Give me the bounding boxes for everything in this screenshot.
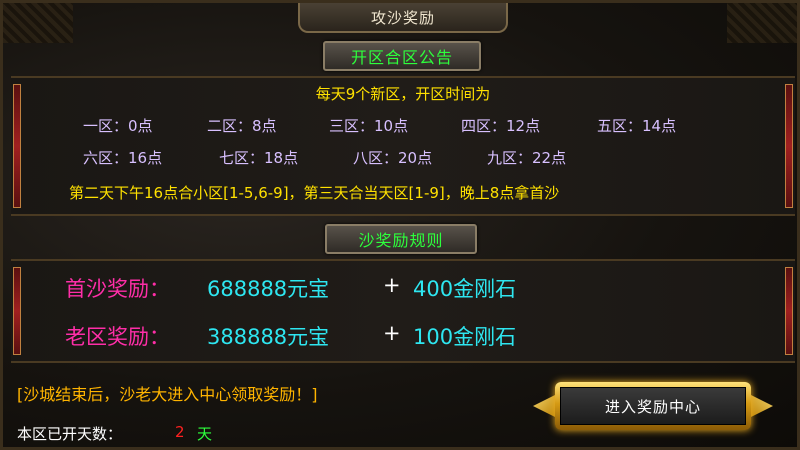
first-sha-yuanbao: 688888元宝	[207, 277, 330, 301]
old-zone-reward-label: 老区奖励：	[65, 325, 170, 349]
old-zone-yuanbao: 388888元宝	[207, 325, 330, 349]
zone-5: 五区：14点	[597, 117, 677, 135]
days-open-label: 本区已开天数：	[17, 425, 123, 443]
zone-8: 八区：20点	[353, 149, 433, 167]
days-open-count: 2	[175, 423, 185, 441]
window-title: 攻沙奖励	[298, 3, 508, 33]
plus-sign: +	[383, 321, 401, 345]
reward-window: 攻沙奖励 开区合区公告 每天9个新区，开区时间为 一区：0点 二区：8点 三区：…	[0, 0, 800, 450]
days-open-unit: 天	[197, 425, 213, 443]
plus-sign: +	[383, 273, 401, 297]
rules-panel: 首沙奖励： 688888元宝 + 400金刚石 老区奖励： 388888元宝 +…	[11, 259, 795, 363]
zone-7: 七区：18点	[219, 149, 299, 167]
zone-2: 二区：8点	[207, 117, 277, 135]
zone-4: 四区：12点	[461, 117, 541, 135]
claim-reward-note: [沙城结束后，沙老大进入中心领取奖励！]	[17, 385, 318, 404]
first-sha-diamond: 400金刚石	[413, 277, 517, 301]
ornament-right	[727, 3, 797, 43]
rules-header: 沙奖励规则	[325, 224, 477, 254]
notice-headline: 每天9个新区，开区时间为	[315, 85, 491, 103]
enter-reward-center-button[interactable]: 进入奖励中心	[533, 380, 773, 432]
first-sha-reward-label: 首沙奖励：	[65, 277, 170, 301]
old-zone-diamond: 100金刚石	[413, 325, 517, 349]
zone-6: 六区：16点	[83, 149, 163, 167]
notice-header: 开区合区公告	[323, 41, 481, 71]
merge-schedule-text: 第二天下午16点合小区[1-5,6-9]，第三天合当天区[1-9]，晚上8点拿首…	[69, 184, 560, 202]
zone-3: 三区：10点	[329, 117, 409, 135]
zone-9: 九区：22点	[487, 149, 567, 167]
zone-1: 一区：0点	[83, 117, 153, 135]
enter-button-frame[interactable]: 进入奖励中心	[555, 382, 751, 430]
notice-panel: 每天9个新区，开区时间为 一区：0点 二区：8点 三区：10点 四区：12点 五…	[11, 76, 795, 216]
enter-button-label[interactable]: 进入奖励中心	[560, 387, 746, 425]
ornament-left	[3, 3, 73, 43]
